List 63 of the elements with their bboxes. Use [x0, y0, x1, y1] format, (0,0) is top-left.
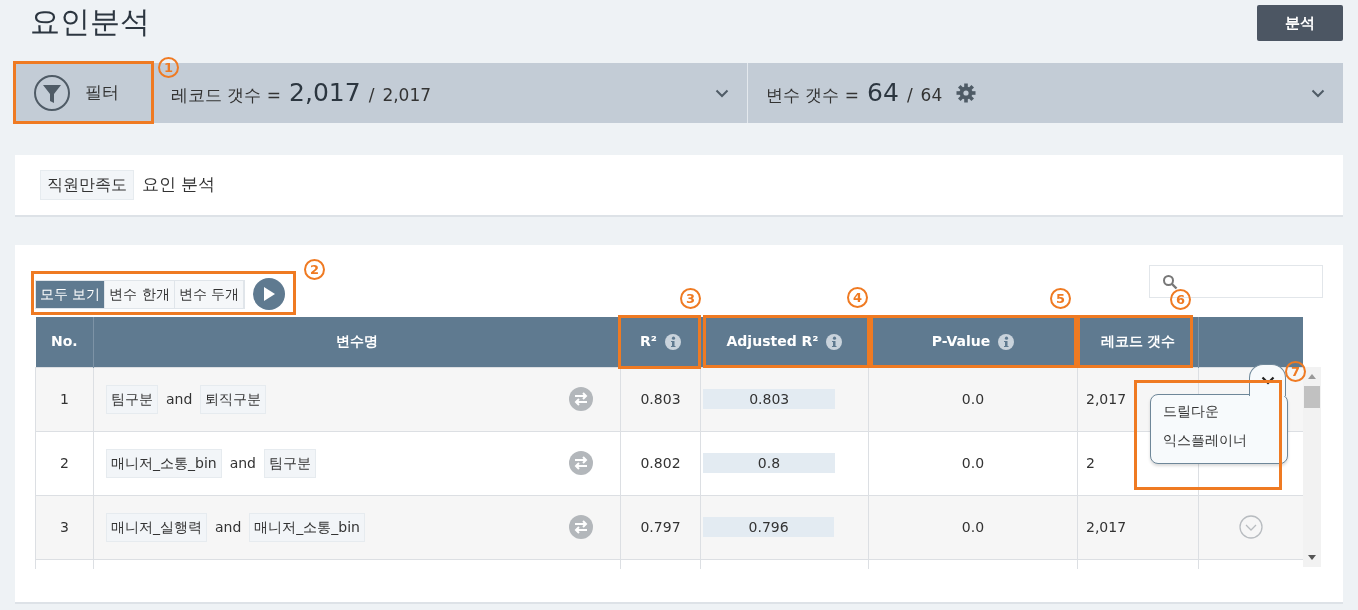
- swap-icon[interactable]: [569, 451, 593, 475]
- view-toggle-tab[interactable]: 모두 보기: [36, 280, 106, 308]
- value-bar: 0.796: [703, 517, 835, 537]
- row-number: 2: [60, 454, 69, 471]
- row-number: 1: [60, 390, 69, 407]
- scrollbar[interactable]: [1303, 367, 1321, 567]
- column-header[interactable]: R²: [640, 331, 657, 353]
- callout-number: 1: [158, 57, 179, 78]
- joiner-text: and: [215, 517, 242, 537]
- value-bar: 0.803: [703, 389, 836, 409]
- row-number: 3: [60, 518, 69, 535]
- table-cell: 0.803: [640, 390, 681, 407]
- callout-number: 5: [1050, 288, 1071, 309]
- callout-number: 4: [847, 287, 868, 308]
- menu-item[interactable]: 익스플레이너: [1163, 430, 1247, 451]
- joiner-text: and: [166, 389, 193, 409]
- play-icon: [262, 286, 277, 302]
- count-separator: /: [906, 84, 913, 108]
- count-separator: /: [368, 84, 375, 108]
- joiner-text: and: [229, 453, 256, 473]
- count-label: 변수 갯수 =: [766, 84, 860, 108]
- breadcrumb-text: 요인 분석: [142, 173, 216, 197]
- table-cell: 2,017: [1086, 390, 1127, 407]
- table-cell: 0.797: [640, 518, 681, 535]
- category-tag: 직원만족도: [40, 170, 134, 200]
- chevron-down-icon[interactable]: [715, 88, 729, 98]
- table-cell: 0.802: [640, 454, 681, 471]
- filter-button[interactable]: 필터: [15, 63, 153, 123]
- table-cell: 0.0: [961, 390, 985, 407]
- count-label: 레코드 갯수 =: [171, 84, 282, 108]
- callout-number: 6: [1170, 289, 1191, 310]
- value-bar: 0.8: [703, 453, 835, 473]
- variable-tag: 퇴직구분: [200, 384, 267, 414]
- chevron-down-icon[interactable]: [1311, 88, 1325, 98]
- count-value: 2,017: [289, 77, 361, 110]
- column-header[interactable]: 변수명: [336, 331, 378, 353]
- funnel-icon: [33, 74, 71, 112]
- callout-number: 3: [680, 288, 701, 309]
- table-cell: 2: [1086, 454, 1095, 471]
- callout-number: 2: [304, 259, 325, 280]
- variable-tag: 팀구분: [264, 448, 316, 478]
- chevron-circle-icon[interactable]: [1239, 515, 1263, 539]
- callout-number: 7: [1285, 361, 1306, 382]
- chevron-down-icon: [1260, 376, 1275, 385]
- gear-icon[interactable]: [956, 83, 977, 103]
- variable-tag: 팀구분: [106, 384, 158, 414]
- swap-icon[interactable]: [569, 515, 593, 539]
- table-cell: 2,017: [1086, 518, 1127, 535]
- column-header[interactable]: P-Value: [931, 331, 991, 353]
- table-cell: 0.0: [961, 518, 985, 535]
- table-cell: 0.0: [961, 454, 985, 471]
- variable-tag: 매니저_실행력: [106, 512, 207, 542]
- variable-tag: 매니저_소통_bin: [106, 448, 222, 478]
- count-total: 64: [920, 84, 943, 108]
- menu-item[interactable]: 드릴다운: [1163, 401, 1219, 422]
- count-value: 64: [867, 77, 899, 110]
- page-title: 요인분석: [29, 3, 150, 41]
- search-icon: [1162, 273, 1178, 290]
- count-total: 2,017: [382, 84, 432, 108]
- variable-tag: 매니저_소통_bin: [249, 512, 365, 542]
- swap-icon[interactable]: [569, 387, 593, 411]
- play-button[interactable]: [253, 278, 286, 310]
- analyze-button[interactable]: 분석: [1257, 5, 1343, 41]
